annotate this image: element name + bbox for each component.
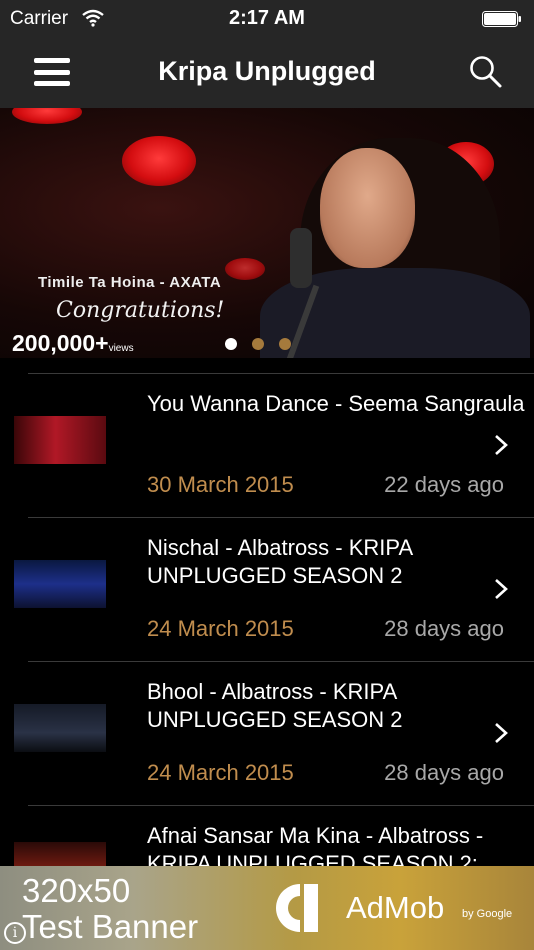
video-age: 28 days ago bbox=[384, 760, 504, 785]
ad-size-label: 320x50 bbox=[22, 872, 131, 909]
chevron-right-icon bbox=[495, 723, 508, 743]
navigation-bar: Kripa Unplugged bbox=[0, 38, 534, 108]
lantern-decoration bbox=[12, 108, 82, 124]
video-title: Bhool - Albatross - KRIPA UNPLUGGED SEAS… bbox=[147, 679, 403, 732]
battery-icon bbox=[482, 11, 521, 27]
video-date: 24 March 2015 bbox=[147, 760, 294, 785]
featured-carousel[interactable]: Timile Ta Hoina - AXATA Congratutions! 2… bbox=[0, 108, 534, 358]
status-bar: Carrier 2:17 AM bbox=[0, 0, 534, 38]
video-thumbnail bbox=[14, 704, 106, 752]
ad-banner[interactable]: 320x50 Test Banner i AdMob by Google bbox=[0, 866, 534, 950]
page-dot[interactable] bbox=[279, 338, 291, 350]
search-icon[interactable] bbox=[468, 54, 504, 90]
hero-subcaption: Congratutions! bbox=[56, 298, 225, 323]
info-icon[interactable]: i bbox=[4, 922, 26, 944]
microphone-icon bbox=[290, 228, 312, 288]
page-indicator[interactable] bbox=[225, 338, 291, 350]
admob-logo-icon bbox=[276, 884, 318, 932]
hero-views: 200,000+views bbox=[12, 330, 134, 356]
list-item[interactable]: Nischal - Albatross - KRIPA UNPLUGGED SE… bbox=[14, 517, 534, 661]
admob-brand: AdMob bbox=[346, 890, 445, 925]
ad-label: Test Banner bbox=[22, 908, 199, 945]
video-age: 28 days ago bbox=[384, 616, 504, 641]
page-title: Kripa Unplugged bbox=[158, 56, 376, 86]
video-date: 30 March 2015 bbox=[147, 472, 294, 497]
video-thumbnail bbox=[14, 560, 106, 608]
video-list: You Wanna Dance - Seema Sangraula 30 Mar… bbox=[0, 373, 534, 949]
page-dot[interactable] bbox=[225, 338, 237, 350]
video-age: 22 days ago bbox=[384, 472, 504, 497]
video-thumbnail bbox=[14, 416, 106, 464]
lantern-decoration bbox=[122, 136, 196, 186]
chevron-right-icon bbox=[495, 579, 508, 599]
page-dot[interactable] bbox=[252, 338, 264, 350]
admob-by-google: by Google bbox=[462, 908, 513, 920]
list-item[interactable]: Bhool - Albatross - KRIPA UNPLUGGED SEAS… bbox=[14, 661, 534, 805]
lantern-decoration bbox=[225, 258, 265, 280]
chevron-right-icon bbox=[495, 435, 508, 455]
video-title: Nischal - Albatross - KRIPA UNPLUGGED SE… bbox=[147, 535, 412, 588]
hero-caption: Timile Ta Hoina - AXATA bbox=[38, 274, 222, 291]
video-date: 24 March 2015 bbox=[147, 616, 294, 641]
list-item[interactable]: You Wanna Dance - Seema Sangraula 30 Mar… bbox=[14, 373, 534, 517]
video-title: You Wanna Dance - Seema Sangraula bbox=[147, 391, 525, 416]
status-time: 2:17 AM bbox=[229, 7, 305, 29]
